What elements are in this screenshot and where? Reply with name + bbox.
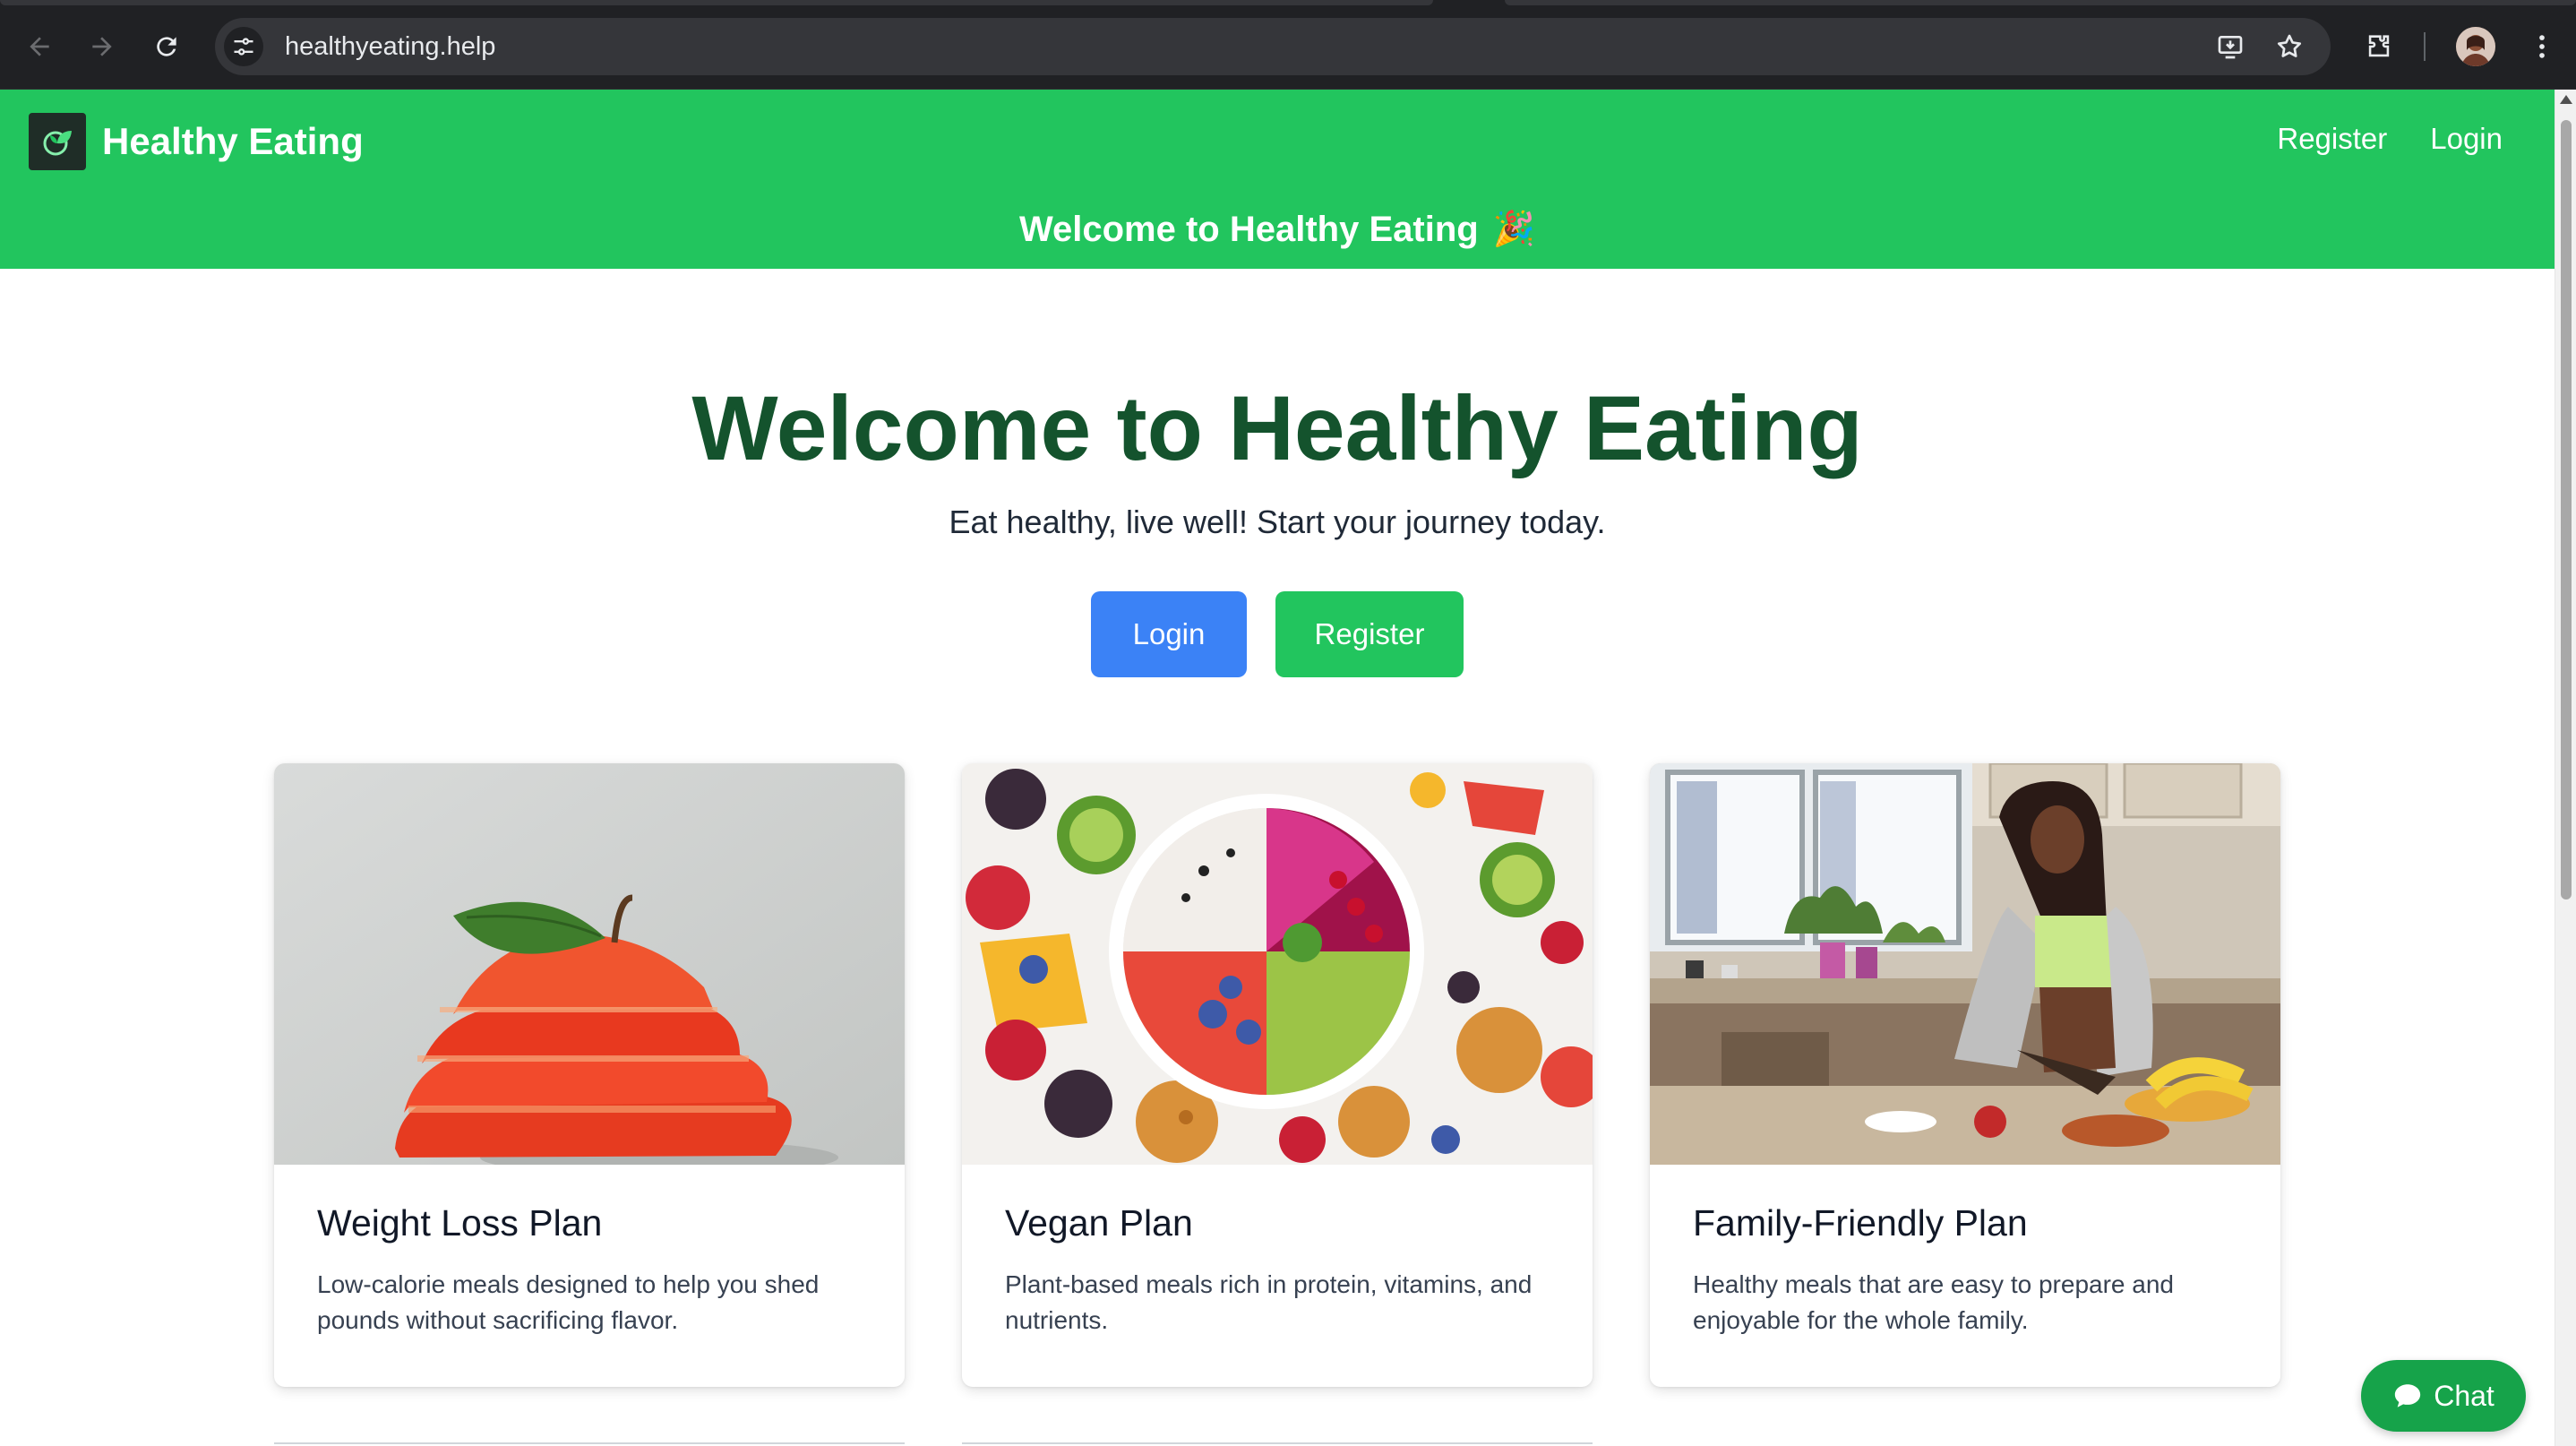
toolbar-separator	[2424, 32, 2426, 61]
bookmark-button[interactable]	[2270, 27, 2309, 66]
reload-button[interactable]	[147, 27, 186, 66]
chat-button[interactable]: Chat	[2361, 1360, 2526, 1432]
hero-title: Welcome to Healthy Eating	[691, 377, 1863, 479]
woman-cooking-image	[1650, 763, 2280, 1165]
header-register-link[interactable]: Register	[2277, 122, 2387, 156]
forward-button[interactable]	[82, 27, 122, 66]
party-popper-icon: 🎉	[1492, 211, 1536, 248]
browser-toolbar: healthyeating.help	[0, 0, 2576, 90]
browser-menu-button[interactable]	[2520, 25, 2563, 68]
register-button[interactable]: Register	[1275, 591, 1464, 677]
header-login-link[interactable]: Login	[2430, 122, 2503, 156]
back-arrow-icon	[30, 37, 49, 56]
brand-name: Healthy Eating	[102, 120, 364, 162]
star-icon	[2277, 34, 2302, 57]
scroll-up-arrow-icon[interactable]	[2560, 95, 2572, 104]
sliced-apple-image	[274, 763, 905, 1165]
tab-strip	[0, 0, 1433, 5]
site-info-button[interactable]	[224, 27, 263, 66]
tune-icon	[234, 38, 253, 56]
plan-card-vegan[interactable]: Vegan Plan Plant-based meals rich in pro…	[962, 763, 1593, 1387]
plan-card-family-friendly[interactable]: Family-Friendly Plan Healthy meals that …	[1650, 763, 2280, 1387]
banner-text: Welcome to Healthy Eating	[1018, 209, 1479, 249]
hero-subtitle: Eat healthy, live well! Start your journ…	[949, 504, 1606, 540]
forward-arrow-icon	[92, 37, 112, 56]
card-description: Plant-based meals rich in protein, vitam…	[1005, 1270, 1533, 1334]
next-row-card-edge	[962, 1442, 1593, 1446]
plan-card-weight-loss[interactable]: Weight Loss Plan Low-calorie meals desig…	[274, 763, 905, 1387]
leaf-logo-icon	[29, 113, 86, 170]
avatar-icon	[2456, 27, 2495, 66]
profile-avatar[interactable]	[2456, 27, 2495, 66]
extensions-button[interactable]	[2357, 25, 2400, 68]
scroll-thumb[interactable]	[2561, 120, 2572, 899]
page-scrollbar[interactable]	[2555, 90, 2576, 1446]
chat-bubble-icon	[2395, 1384, 2421, 1407]
card-description: Low-calorie meals designed to help you s…	[317, 1270, 820, 1334]
tab-strip-right	[1505, 0, 2576, 5]
brand[interactable]: Healthy Eating	[29, 113, 364, 170]
address-bar[interactable]: healthyeating.help	[215, 18, 2331, 75]
hero-actions: Login Register	[0, 591, 2555, 677]
card-title: Vegan Plan	[1005, 1202, 1193, 1244]
site-header: Healthy Eating Register Login	[0, 90, 2555, 190]
fruit-bowl-image	[962, 763, 1593, 1165]
header-nav: Register Login	[2277, 122, 2503, 156]
welcome-banner: Welcome to Healthy Eating 🎉	[0, 190, 2555, 269]
url-text[interactable]: healthyeating.help	[285, 32, 495, 62]
login-button[interactable]: Login	[1091, 591, 1247, 677]
install-app-icon	[2218, 36, 2243, 59]
card-description: Healthy meals that are easy to prepare a…	[1693, 1270, 2174, 1334]
page-viewport: Healthy Eating Register Login Welcome to…	[0, 90, 2555, 1446]
next-row-card-edge	[274, 1442, 905, 1446]
chat-label: Chat	[2434, 1379, 2494, 1412]
card-title: Family-Friendly Plan	[1693, 1202, 2028, 1244]
more-vert-icon	[2539, 35, 2545, 58]
puzzle-icon	[2368, 35, 2390, 57]
card-title: Weight Loss Plan	[317, 1202, 603, 1244]
back-button[interactable]	[20, 27, 59, 66]
reload-icon	[157, 37, 176, 56]
install-app-button[interactable]	[2211, 27, 2250, 66]
